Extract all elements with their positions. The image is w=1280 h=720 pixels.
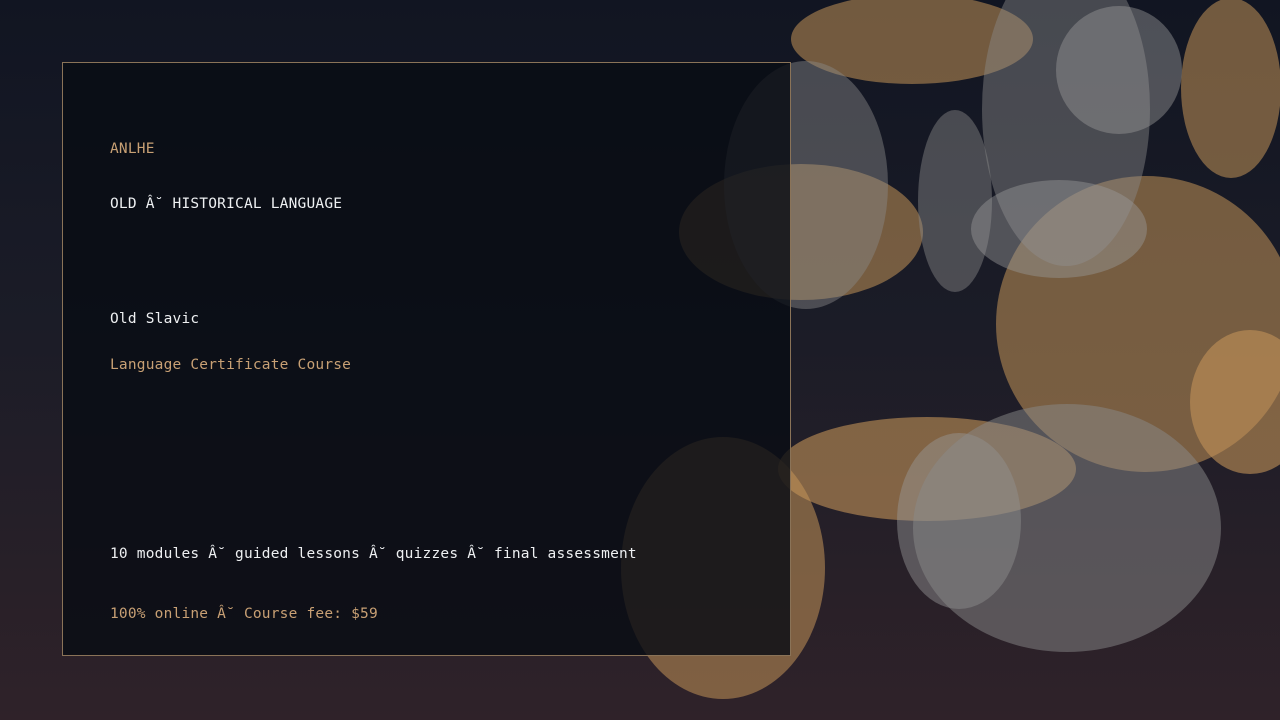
category-label: OLD Â˘ HISTORICAL LANGUAGE xyxy=(110,196,343,212)
bokeh-circle xyxy=(1056,6,1182,134)
bokeh-circle xyxy=(1181,0,1280,178)
bokeh-circle xyxy=(971,180,1147,278)
brand-name: ANLHE xyxy=(110,141,155,157)
course-title: Old Slavic xyxy=(110,311,200,327)
course-card: ANLHE OLD Â˘ HISTORICAL LANGUAGE Old Sla… xyxy=(62,62,791,656)
bokeh-circle xyxy=(913,404,1221,652)
course-details: 10 modules Â˘ guided lessons Â˘ quizzes … xyxy=(110,546,637,562)
course-price-line: 100% online Â˘ Course fee: $59 xyxy=(110,606,378,622)
course-subtitle: Language Certificate Course xyxy=(110,357,352,373)
bokeh-circle xyxy=(918,110,992,292)
